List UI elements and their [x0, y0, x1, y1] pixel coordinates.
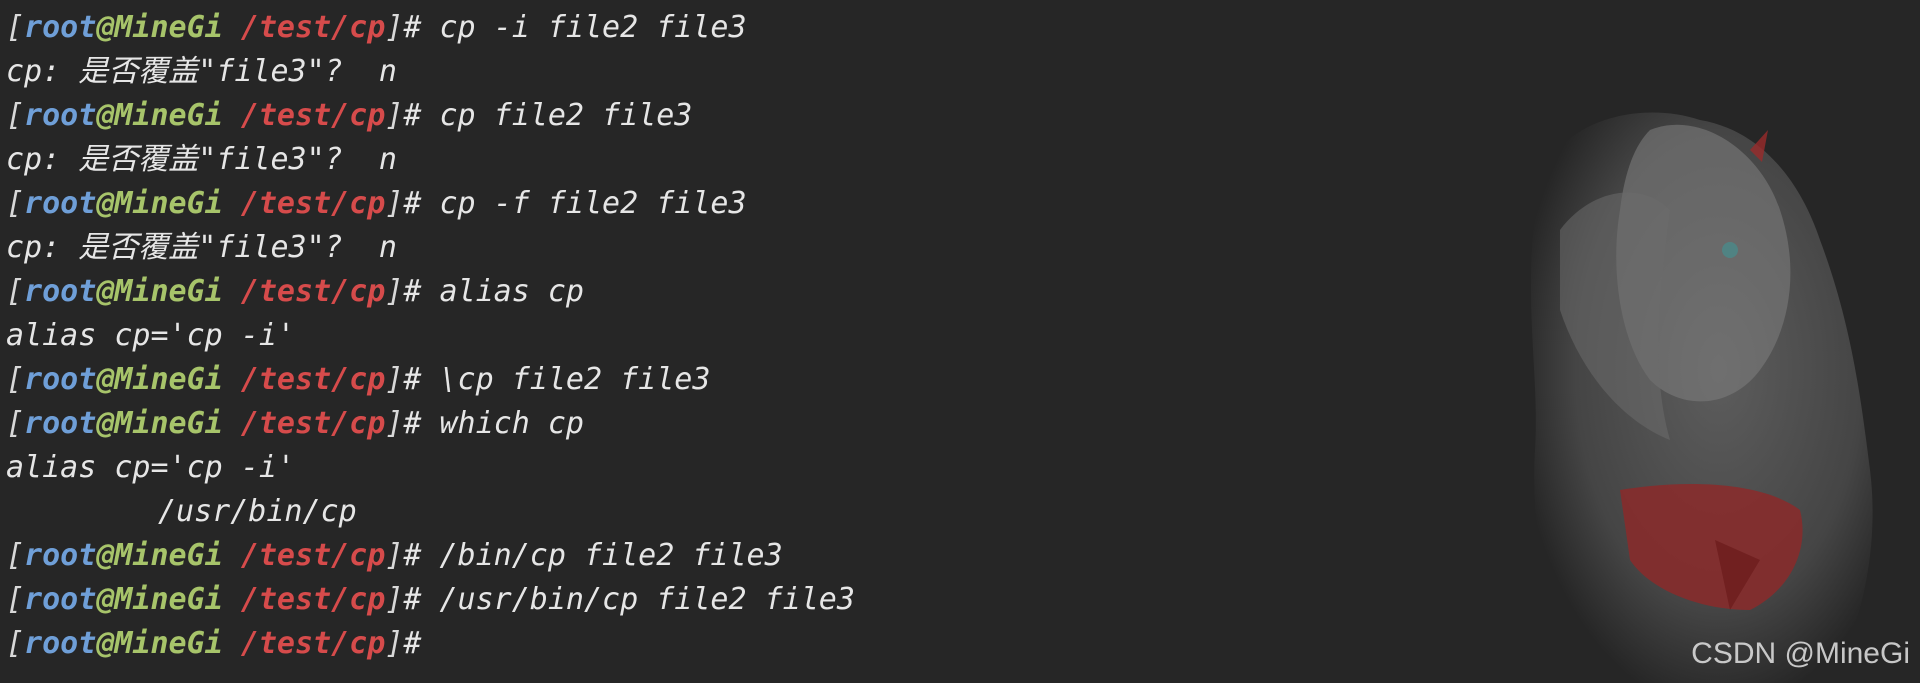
- command-text: which cp: [421, 406, 584, 441]
- prompt-open-bracket: [: [6, 98, 25, 133]
- prompt-open-bracket: [: [6, 10, 25, 45]
- command-text: \cp file2 file3: [421, 362, 711, 397]
- terminal-window[interactable]: [root@MineGi /test/cp]# cp -i file2 file…: [0, 0, 1920, 683]
- terminal-output[interactable]: [root@MineGi /test/cp]# cp -i file2 file…: [6, 6, 855, 666]
- prompt-path: /test/cp: [240, 98, 386, 133]
- prompt-user: root: [24, 98, 97, 133]
- command-line: [root@MineGi /test/cp]# cp file2 file3: [6, 94, 855, 138]
- prompt-host: MineGi: [114, 274, 223, 309]
- prompt-at: @: [96, 274, 115, 309]
- watermark: CSDN @MineGi: [1691, 637, 1910, 670]
- output-text: /usr/bin/cp: [158, 494, 357, 529]
- prompt-open-bracket: [: [6, 362, 25, 397]
- prompt-host: MineGi: [114, 186, 223, 221]
- prompt-close-bracket: ]: [385, 582, 404, 617]
- command-text: cp -i file2 file3: [421, 10, 747, 45]
- output-line: alias cp='cp -i': [6, 446, 855, 490]
- prompt-close-bracket: ]: [385, 10, 404, 45]
- prompt-symbol: #: [403, 274, 422, 309]
- prompt-close-bracket: ]: [385, 186, 404, 221]
- prompt-host: MineGi: [114, 406, 223, 441]
- output-line: cp: 是否覆盖"file3"? n: [6, 138, 855, 182]
- prompt-path: /test/cp: [240, 626, 386, 661]
- command-text: /bin/cp file2 file3: [421, 538, 783, 573]
- command-line: [root@MineGi /test/cp]# cp -f file2 file…: [6, 182, 855, 226]
- prompt-at: @: [96, 406, 115, 441]
- output-line: alias cp='cp -i': [6, 314, 855, 358]
- prompt-symbol: #: [403, 406, 422, 441]
- command-line: [root@MineGi /test/cp]# /usr/bin/cp file…: [6, 578, 855, 622]
- command-line: [root@MineGi /test/cp]# alias cp: [6, 270, 855, 314]
- prompt-host: MineGi: [114, 538, 223, 573]
- command-text: alias cp: [421, 274, 584, 309]
- prompt-open-bracket: [: [6, 186, 25, 221]
- output-text: alias cp='cp -i': [6, 318, 295, 353]
- prompt-path: /test/cp: [240, 10, 386, 45]
- prompt-symbol: #: [403, 626, 422, 661]
- prompt-at: @: [96, 582, 115, 617]
- prompt-close-bracket: ]: [385, 406, 404, 441]
- prompt-user: root: [24, 538, 97, 573]
- prompt-at: @: [96, 626, 115, 661]
- command-line: [root@MineGi /test/cp]# cp -i file2 file…: [6, 6, 855, 50]
- prompt-at: @: [96, 186, 115, 221]
- output-text: cp: 是否覆盖"file3"? n: [6, 142, 397, 177]
- command-text: /usr/bin/cp file2 file3: [421, 582, 855, 617]
- prompt-user: root: [24, 626, 97, 661]
- output-line: /usr/bin/cp: [6, 490, 855, 534]
- command-text: cp -f file2 file3: [421, 186, 747, 221]
- prompt-open-bracket: [: [6, 538, 25, 573]
- prompt-path: /test/cp: [240, 362, 386, 397]
- prompt-host: MineGi: [114, 10, 223, 45]
- output-line: cp: 是否覆盖"file3"? n: [6, 226, 855, 270]
- prompt-user: root: [24, 10, 97, 45]
- command-line: [root@MineGi /test/cp]# which cp: [6, 402, 855, 446]
- prompt-symbol: #: [403, 10, 422, 45]
- prompt-symbol: #: [403, 98, 422, 133]
- prompt-host: MineGi: [114, 362, 223, 397]
- prompt-close-bracket: ]: [385, 98, 404, 133]
- output-text: cp: 是否覆盖"file3"? n: [6, 54, 397, 89]
- prompt-open-bracket: [: [6, 406, 25, 441]
- prompt-path: /test/cp: [240, 582, 386, 617]
- prompt-at: @: [96, 538, 115, 573]
- prompt-host: MineGi: [114, 98, 223, 133]
- prompt-host: MineGi: [114, 626, 223, 661]
- prompt-open-bracket: [: [6, 274, 25, 309]
- prompt-path: /test/cp: [240, 538, 386, 573]
- prompt-close-bracket: ]: [385, 362, 404, 397]
- prompt-close-bracket: ]: [385, 274, 404, 309]
- prompt-path: /test/cp: [240, 274, 386, 309]
- prompt-user: root: [24, 274, 97, 309]
- prompt-user: root: [24, 582, 97, 617]
- prompt-close-bracket: ]: [385, 626, 404, 661]
- output-text: alias cp='cp -i': [6, 450, 295, 485]
- prompt-at: @: [96, 10, 115, 45]
- prompt-open-bracket: [: [6, 582, 25, 617]
- prompt-symbol: #: [403, 362, 422, 397]
- prompt-user: root: [24, 186, 97, 221]
- background-anime-artwork: [1530, 112, 1873, 683]
- prompt-at: @: [96, 362, 115, 397]
- prompt-user: root: [24, 362, 97, 397]
- prompt-symbol: #: [403, 538, 422, 573]
- prompt-path: /test/cp: [240, 186, 386, 221]
- output-line: cp: 是否覆盖"file3"? n: [6, 50, 855, 94]
- prompt-close-bracket: ]: [385, 538, 404, 573]
- prompt-open-bracket: [: [6, 626, 25, 661]
- prompt-path: /test/cp: [240, 406, 386, 441]
- prompt-symbol: #: [403, 582, 422, 617]
- command-line: [root@MineGi /test/cp]#: [6, 622, 855, 666]
- prompt-host: MineGi: [114, 582, 223, 617]
- prompt-user: root: [24, 406, 97, 441]
- prompt-at: @: [96, 98, 115, 133]
- command-line: [root@MineGi /test/cp]# \cp file2 file3: [6, 358, 855, 402]
- prompt-symbol: #: [403, 186, 422, 221]
- command-text: cp file2 file3: [421, 98, 693, 133]
- command-line: [root@MineGi /test/cp]# /bin/cp file2 fi…: [6, 534, 855, 578]
- output-text: cp: 是否覆盖"file3"? n: [6, 230, 397, 265]
